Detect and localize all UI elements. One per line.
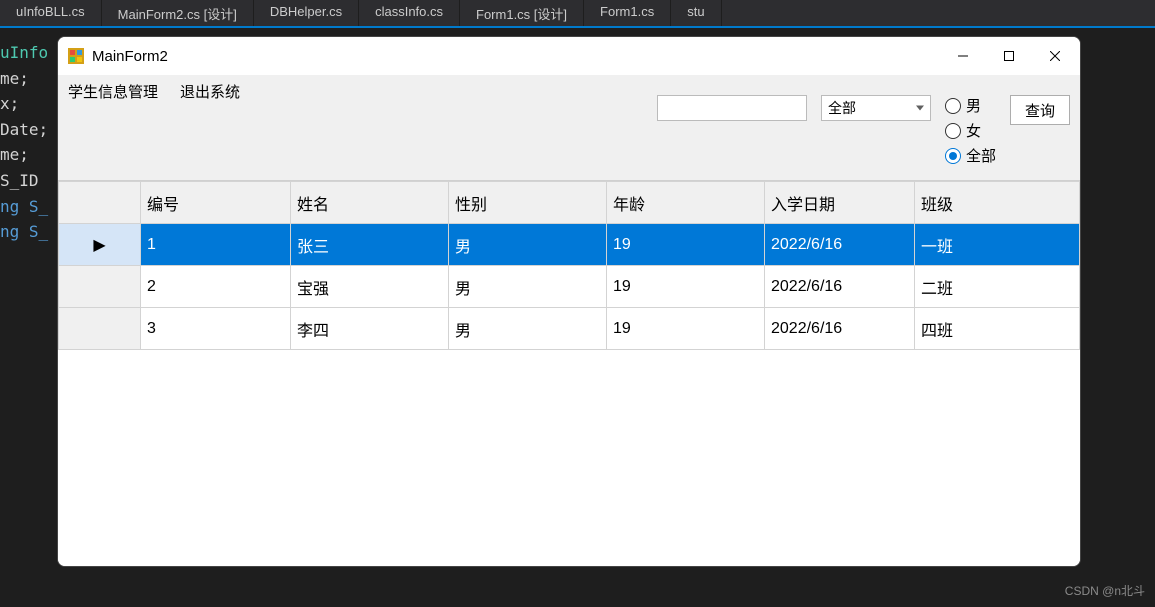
radio-all[interactable]: 全部 xyxy=(945,145,996,166)
watermark: CSDN @n北斗 xyxy=(1065,582,1145,599)
cell-age[interactable]: 19 xyxy=(607,224,765,266)
row-indicator[interactable] xyxy=(59,308,141,350)
tab-dbhelper[interactable]: DBHelper.cs xyxy=(254,0,359,26)
radio-icon xyxy=(945,148,961,164)
tab-uinfobl[interactable]: uInfoBLL.cs xyxy=(0,0,102,26)
combobox-selected: 全部 xyxy=(828,98,856,118)
grid-corner[interactable] xyxy=(59,182,141,224)
cell-id[interactable]: 3 xyxy=(141,308,291,350)
menu-student-info[interactable]: 学生信息管理 xyxy=(68,81,158,102)
maximize-button[interactable] xyxy=(986,40,1032,72)
datagrid-area[interactable]: 编号 姓名 性别 年龄 入学日期 班级 ▶ 1 张三 男 19 2022/6/1… xyxy=(58,181,1080,566)
cell-class[interactable]: 二班 xyxy=(915,266,1080,308)
class-combobox[interactable]: 全部 xyxy=(821,95,931,121)
tab-form1[interactable]: Form1.cs xyxy=(584,0,671,26)
tab-stu[interactable]: stu xyxy=(671,0,721,26)
radio-icon xyxy=(945,123,961,139)
cell-id[interactable]: 1 xyxy=(141,224,291,266)
titlebar[interactable]: MainForm2 xyxy=(58,37,1080,75)
app-icon xyxy=(68,48,84,64)
code-editor-background: uInfo me; x; Date; me; S_ID ng S_ ng S_ xyxy=(0,30,48,255)
editor-tabs: uInfoBLL.cs MainForm2.cs [设计] DBHelper.c… xyxy=(0,0,1155,28)
tab-form1-design[interactable]: Form1.cs [设计] xyxy=(460,0,584,26)
search-input[interactable] xyxy=(657,95,807,121)
column-name[interactable]: 姓名 xyxy=(291,182,449,224)
toolbar-area: 学生信息管理 退出系统 全部 男 女 xyxy=(58,75,1080,181)
cell-gender[interactable]: 男 xyxy=(449,224,607,266)
cell-gender[interactable]: 男 xyxy=(449,266,607,308)
minimize-button[interactable] xyxy=(940,40,986,72)
cell-age[interactable]: 19 xyxy=(607,308,765,350)
cell-name[interactable]: 宝强 xyxy=(291,266,449,308)
cell-gender[interactable]: 男 xyxy=(449,308,607,350)
tab-mainform2-design[interactable]: MainForm2.cs [设计] xyxy=(102,0,254,26)
query-button[interactable]: 查询 xyxy=(1010,95,1070,125)
window-title: MainForm2 xyxy=(92,48,940,65)
radio-female-label: 女 xyxy=(966,120,981,141)
column-class[interactable]: 班级 xyxy=(915,182,1080,224)
radio-male-label: 男 xyxy=(966,95,981,116)
tab-classinfo[interactable]: classInfo.cs xyxy=(359,0,460,26)
table-row[interactable]: ▶ 1 张三 男 19 2022/6/16 一班 xyxy=(59,224,1080,266)
table-row[interactable]: 2 宝强 男 19 2022/6/16 二班 xyxy=(59,266,1080,308)
column-gender[interactable]: 性别 xyxy=(449,182,607,224)
radio-all-label: 全部 xyxy=(966,145,996,166)
mainform2-window: MainForm2 学生信息管理 退出系统 全部 xyxy=(57,36,1081,567)
cell-class[interactable]: 一班 xyxy=(915,224,1080,266)
radio-icon xyxy=(945,98,961,114)
student-datagrid[interactable]: 编号 姓名 性别 年龄 入学日期 班级 ▶ 1 张三 男 19 2022/6/1… xyxy=(58,181,1080,350)
cell-date[interactable]: 2022/6/16 xyxy=(765,308,915,350)
cell-age[interactable]: 19 xyxy=(607,266,765,308)
radio-male[interactable]: 男 xyxy=(945,95,996,116)
menu-exit-system[interactable]: 退出系统 xyxy=(180,81,240,102)
cell-date[interactable]: 2022/6/16 xyxy=(765,224,915,266)
cell-id[interactable]: 2 xyxy=(141,266,291,308)
column-date[interactable]: 入学日期 xyxy=(765,182,915,224)
cell-class[interactable]: 四班 xyxy=(915,308,1080,350)
row-indicator[interactable] xyxy=(59,266,141,308)
cell-name[interactable]: 张三 xyxy=(291,224,449,266)
table-row[interactable]: 3 李四 男 19 2022/6/16 四班 xyxy=(59,308,1080,350)
column-id[interactable]: 编号 xyxy=(141,182,291,224)
gender-radio-group: 男 女 全部 xyxy=(945,95,996,166)
column-age[interactable]: 年龄 xyxy=(607,182,765,224)
row-indicator[interactable]: ▶ xyxy=(59,224,141,266)
radio-female[interactable]: 女 xyxy=(945,120,996,141)
cell-name[interactable]: 李四 xyxy=(291,308,449,350)
cell-date[interactable]: 2022/6/16 xyxy=(765,266,915,308)
close-button[interactable] xyxy=(1032,40,1078,72)
